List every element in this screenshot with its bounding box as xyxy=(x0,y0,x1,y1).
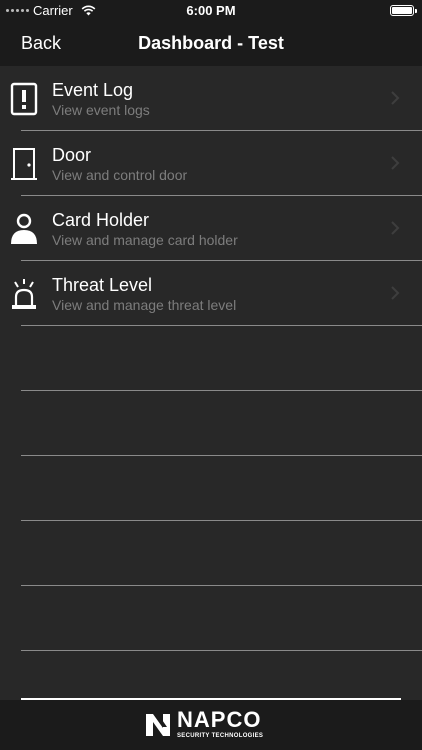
napco-logo: NAPCO SECURITY TECHNOLOGIES xyxy=(145,707,263,741)
menu-item-door[interactable]: Door View and control door xyxy=(0,131,422,196)
chevron-right-icon xyxy=(391,156,400,170)
person-icon xyxy=(11,213,37,244)
empty-row xyxy=(0,326,422,391)
footer: NAPCO SECURITY TECHNOLOGIES xyxy=(0,700,422,750)
menu-item-title: Event Log xyxy=(52,80,134,100)
status-time: 6:00 PM xyxy=(186,3,236,18)
menu-item-subtitle: View event logs xyxy=(52,102,150,118)
battery-icon xyxy=(390,5,417,16)
alert-document-icon xyxy=(10,82,38,116)
menu-item-card-holder[interactable]: Card Holder View and manage card holder xyxy=(0,196,422,261)
menu-item-title: Door xyxy=(52,145,92,165)
page-title: Dashboard - Test xyxy=(138,33,284,53)
nav-bar: Back Dashboard - Test xyxy=(0,22,422,66)
menu-item-threat-level[interactable]: Threat Level View and manage threat leve… xyxy=(0,261,422,326)
menu-item-title: Threat Level xyxy=(52,275,153,295)
empty-row xyxy=(0,586,422,651)
napco-logo-icon xyxy=(146,714,170,736)
screen: Carrier 6:00 PM Back Dashboard - Test Ev… xyxy=(0,0,422,750)
empty-row xyxy=(0,521,422,586)
status-bar: Carrier 6:00 PM xyxy=(0,0,422,22)
brand-name: NAPCO xyxy=(177,707,262,732)
menu-item-subtitle: View and manage card holder xyxy=(52,232,238,248)
menu-item-title: Card Holder xyxy=(52,210,150,230)
menu-item-subtitle: View and control door xyxy=(52,167,188,183)
chevron-right-icon xyxy=(391,91,400,105)
menu-item-event-log[interactable]: Event Log View event logs xyxy=(0,66,422,131)
empty-row xyxy=(0,456,422,521)
menu-item-subtitle: View and manage threat level xyxy=(52,297,237,313)
alarm-siren-icon xyxy=(12,279,36,309)
chevron-right-icon xyxy=(391,286,400,300)
chevron-right-icon xyxy=(391,221,400,235)
menu-list: Event Log View event logs Door View and … xyxy=(0,66,422,651)
empty-row xyxy=(0,391,422,456)
brand-tagline: SECURITY TECHNOLOGIES xyxy=(177,733,264,739)
door-icon xyxy=(11,148,37,180)
